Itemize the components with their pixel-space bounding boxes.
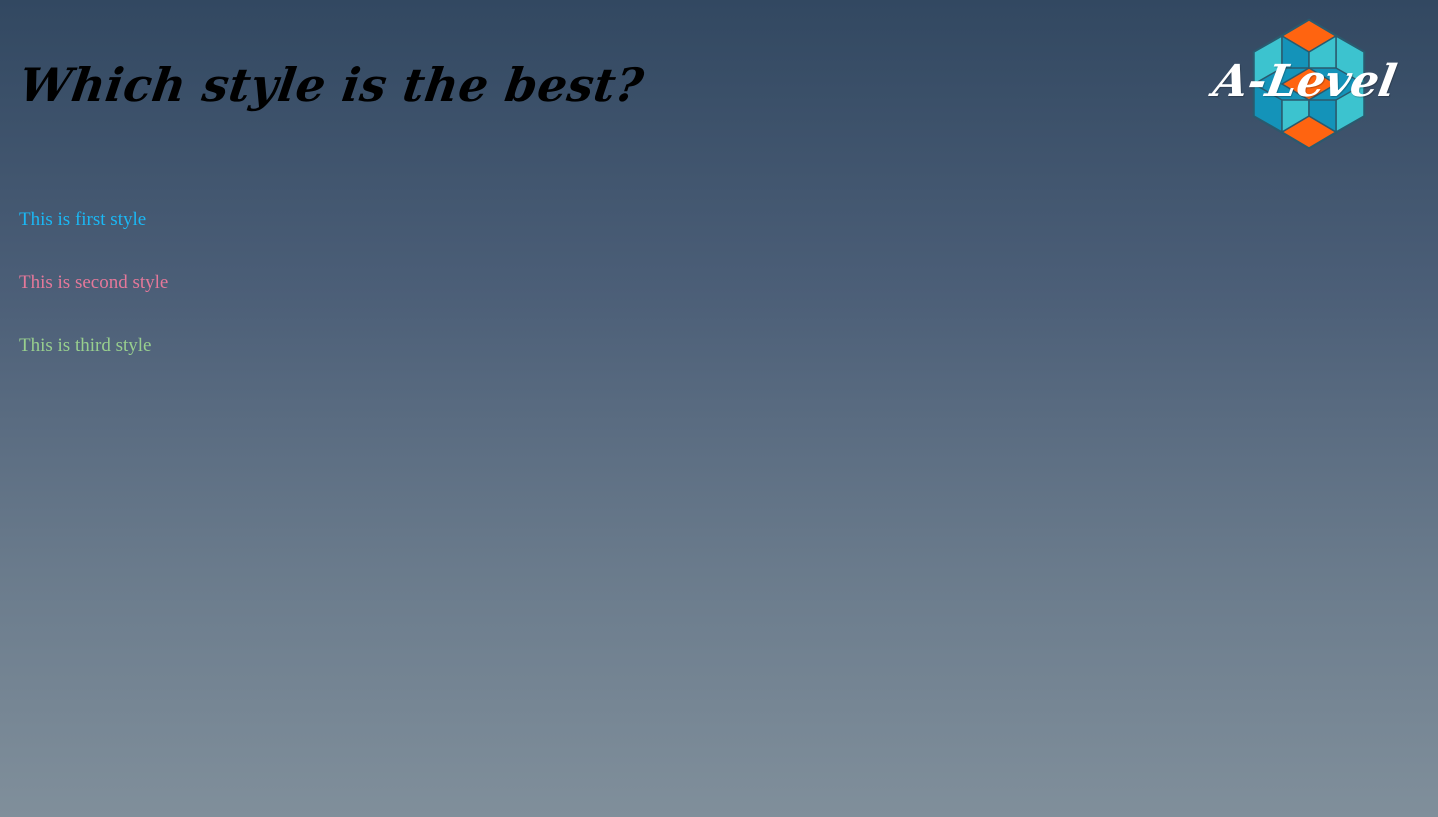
logo-text: A-Level <box>1209 56 1401 107</box>
page-title: Which style is the best? <box>16 58 648 112</box>
third-style-text: This is third style <box>19 335 152 356</box>
second-style-text: This is second style <box>19 272 169 293</box>
first-style-text: This is first style <box>19 209 147 230</box>
a-level-logo: A-Level <box>1210 14 1410 154</box>
